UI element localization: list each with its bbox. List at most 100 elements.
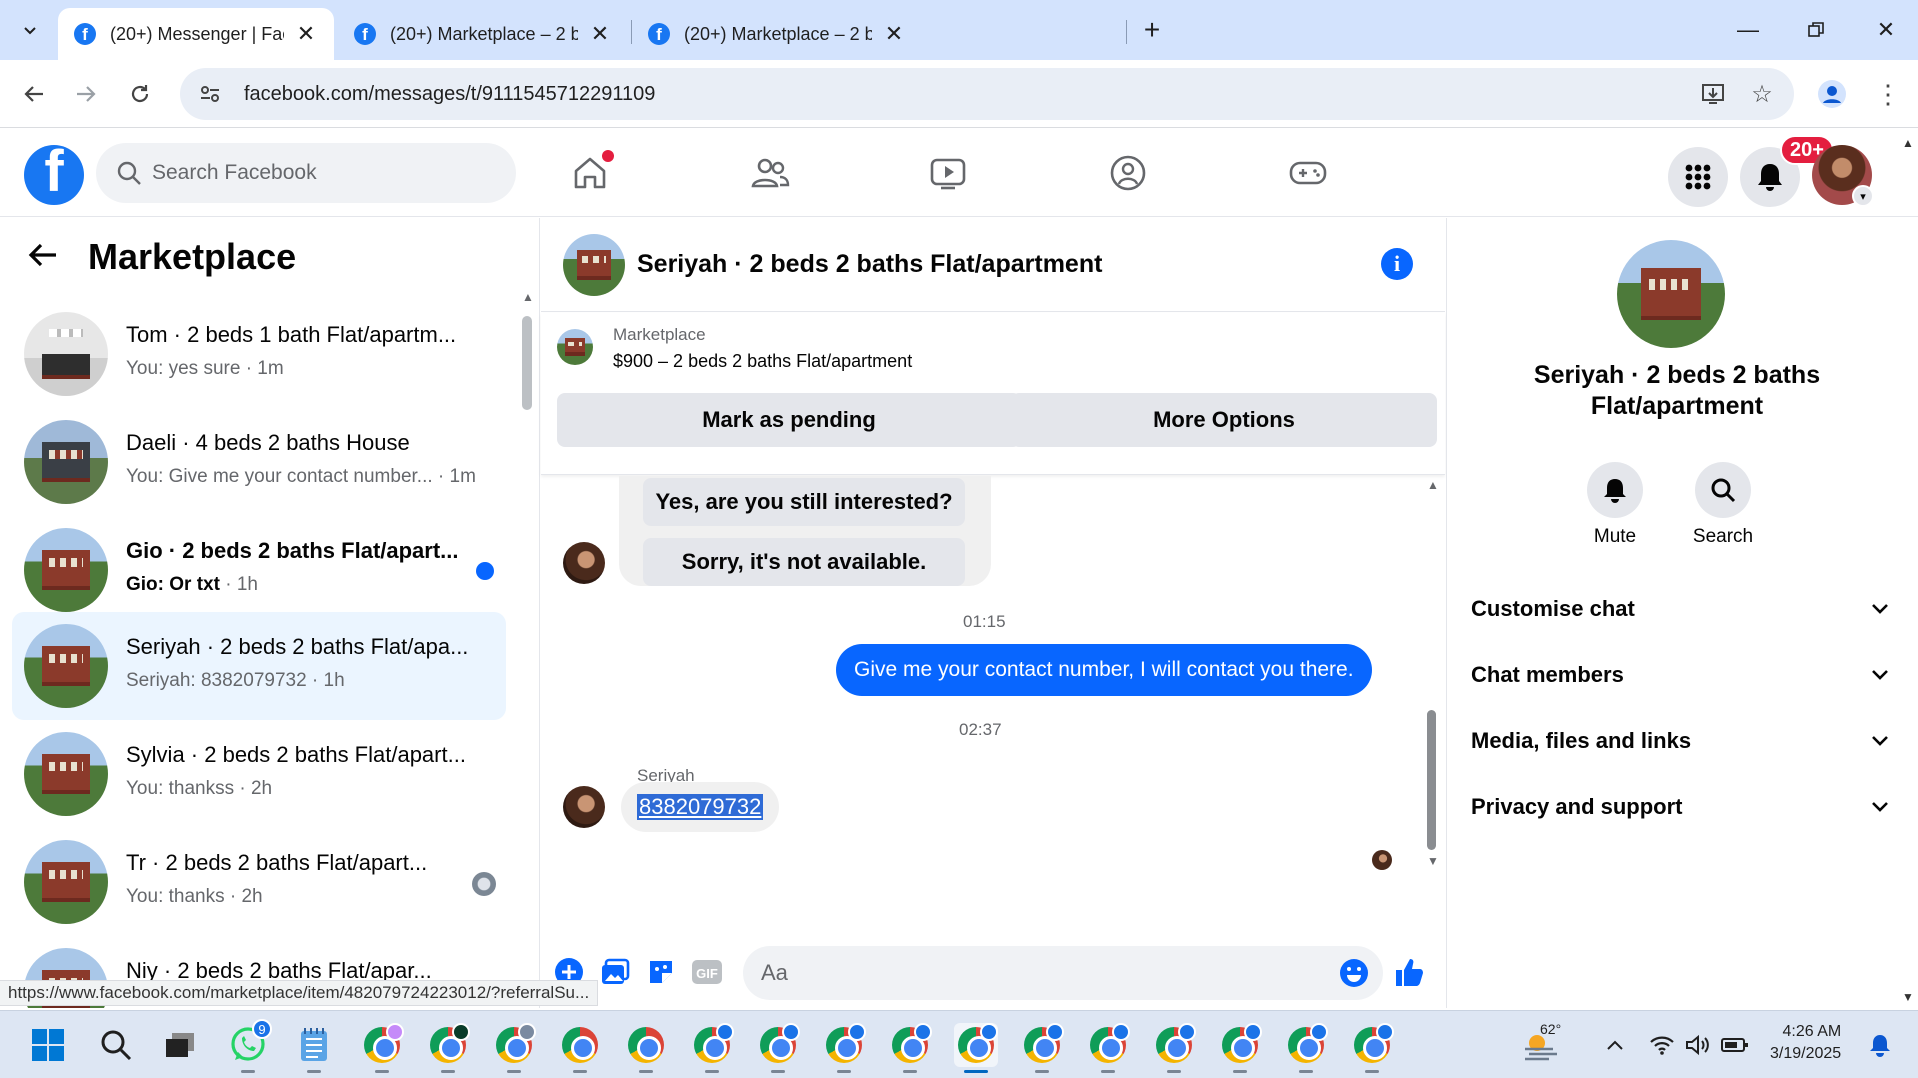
section-privacy-support[interactable]: Privacy and support	[1471, 782, 1891, 832]
bookmark-star-icon[interactable]: ☆	[1744, 76, 1780, 112]
listing-thumbnail[interactable]	[557, 329, 593, 365]
facebook-search[interactable]	[96, 143, 516, 203]
battery-icon[interactable]	[1720, 1011, 1750, 1078]
mute-button[interactable]: Mute	[1575, 462, 1655, 548]
tab-marketplace-2-beds-2-baths[interactable]: f (20+) Marketplace – 2 beds 2 b ✕	[338, 8, 628, 60]
install-app-icon[interactable]	[1696, 76, 1732, 112]
show-hidden-icons-button[interactable]	[1600, 1011, 1630, 1078]
incoming-message-bubble[interactable]: 8382079732	[621, 782, 780, 832]
whatsapp-app[interactable]: 9	[226, 1019, 272, 1073]
section-media-files-links[interactable]: Media, files and links	[1471, 716, 1891, 766]
scroll-up-arrow-icon[interactable]: ▲	[522, 290, 534, 304]
message-thread-scrollbar[interactable]	[1427, 710, 1436, 850]
conversation-item-tr[interactable]: Tr · 2 beds 2 baths Flat/apart... You: t…	[12, 828, 506, 936]
close-tab-icon[interactable]: ✕	[294, 21, 318, 47]
section-customise-chat[interactable]: Customise chat	[1471, 584, 1891, 634]
chrome-window-8[interactable]	[822, 1023, 866, 1073]
emoji-icon[interactable]	[1339, 958, 1369, 988]
chrome-window-11[interactable]	[1020, 1023, 1064, 1073]
chrome-window-4[interactable]	[558, 1023, 602, 1073]
conversation-item-sylvia[interactable]: Sylvia · 2 beds 2 baths Flat/apart... Yo…	[12, 720, 506, 828]
chrome-window-7[interactable]	[756, 1023, 800, 1073]
info-icon[interactable]: i	[1381, 248, 1413, 280]
chrome-window-10-active[interactable]	[954, 1023, 998, 1073]
tab-messenger[interactable]: f (20+) Messenger | Facebook ✕	[58, 8, 334, 60]
address-bar[interactable]: facebook.com/messages/t/9111545712291109…	[180, 68, 1794, 120]
new-tab-button[interactable]: +	[1136, 14, 1168, 46]
conversation-item-seriyah[interactable]: Seriyah · 2 beds 2 baths Flat/apa... Ser…	[12, 612, 506, 720]
notepad-app[interactable]	[292, 1023, 336, 1073]
sender-avatar[interactable]	[563, 542, 605, 584]
gif-icon[interactable]: GIF	[691, 956, 723, 988]
quick-reply-not-available[interactable]: Sorry, it's not available.	[643, 538, 965, 586]
profile-badge-icon	[1310, 1023, 1328, 1041]
close-tab-icon[interactable]: ✕	[882, 21, 906, 47]
thumbs-up-icon[interactable]	[1393, 956, 1425, 988]
chrome-window-14[interactable]	[1218, 1023, 1262, 1073]
nav-groups[interactable]	[1098, 143, 1158, 203]
chrome-window-6[interactable]	[690, 1023, 734, 1073]
search-input[interactable]	[152, 161, 492, 185]
profile-thumbnail[interactable]	[1617, 240, 1725, 348]
nav-friends[interactable]	[740, 143, 800, 203]
start-button[interactable]	[26, 1023, 70, 1067]
notification-center-button[interactable]	[1866, 1011, 1894, 1078]
section-chat-members[interactable]: Chat members	[1471, 650, 1891, 700]
chrome-window-2[interactable]	[426, 1023, 470, 1073]
menu-button[interactable]	[1668, 147, 1728, 207]
nav-watch[interactable]	[918, 143, 978, 203]
message-input-box[interactable]	[743, 946, 1383, 1000]
home-notification-dot	[602, 150, 614, 162]
chevron-down-icon[interactable]: ▾	[1852, 185, 1874, 207]
message-input[interactable]	[761, 960, 1321, 986]
chrome-window-9[interactable]	[888, 1023, 932, 1073]
back-arrow-icon[interactable]	[28, 238, 62, 277]
tab-search-button[interactable]	[10, 10, 50, 50]
chrome-window-1[interactable]	[360, 1023, 404, 1073]
conversation-item-gio[interactable]: Gio · 2 beds 2 baths Flat/apart... Gio: …	[12, 516, 506, 624]
sender-avatar[interactable]	[563, 786, 605, 828]
volume-icon[interactable]	[1684, 1011, 1712, 1078]
page-scroll-down-arrow-icon[interactable]: ▼	[1902, 990, 1914, 1004]
quick-reply-still-interested[interactable]: Yes, are you still interested?	[643, 478, 965, 526]
scroll-up-arrow-icon[interactable]: ▲	[1427, 478, 1439, 492]
selected-phone-number[interactable]: 8382079732	[637, 794, 764, 820]
back-button[interactable]	[14, 74, 54, 114]
chrome-window-15[interactable]	[1284, 1023, 1328, 1073]
page-scroll-up-arrow-icon[interactable]: ▲	[1902, 136, 1914, 150]
search-in-chat-button[interactable]: Search	[1683, 462, 1763, 548]
chrome-window-3[interactable]	[492, 1023, 536, 1073]
chat-title[interactable]: Seriyah · 2 beds 2 baths Flat/apartment	[637, 250, 1102, 279]
conversation-list-scrollbar[interactable]	[522, 316, 532, 410]
listing-title[interactable]: $900 – 2 beds 2 baths Flat/apartment	[613, 351, 912, 372]
chrome-window-5[interactable]	[624, 1023, 668, 1073]
more-options-button[interactable]: More Options	[1011, 393, 1437, 447]
close-window-button[interactable]: ✕	[1866, 12, 1906, 48]
chat-thumbnail[interactable]	[563, 234, 625, 296]
minimize-button[interactable]: —	[1728, 12, 1768, 48]
profile-button[interactable]	[1812, 74, 1852, 114]
mark-as-pending-button[interactable]: Mark as pending	[557, 393, 1021, 447]
conversation-item-tom[interactable]: Tom · 2 beds 1 bath Flat/apartm... You: …	[12, 300, 506, 408]
task-view-button[interactable]	[158, 1023, 202, 1067]
nav-gaming[interactable]	[1278, 143, 1338, 203]
reload-button[interactable]	[120, 74, 160, 114]
tab-marketplace-2-beds-1-bath[interactable]: f (20+) Marketplace – 2 beds 1 b ✕	[632, 8, 922, 60]
scroll-down-arrow-icon[interactable]: ▼	[1427, 854, 1439, 868]
chrome-window-16[interactable]	[1350, 1023, 1394, 1073]
site-info-icon[interactable]	[190, 74, 230, 114]
browser-menu-icon[interactable]: ⋮	[1868, 74, 1908, 114]
system-clock[interactable]: 4:26 AM 3/19/2025	[1770, 1021, 1841, 1065]
taskbar-search-button[interactable]	[94, 1023, 138, 1067]
facebook-logo[interactable]: f	[24, 145, 84, 205]
outgoing-message-bubble[interactable]: Give me your contact number, I will cont…	[836, 644, 1372, 696]
sticker-icon[interactable]	[645, 956, 677, 988]
conversation-item-daeli[interactable]: Daeli · 4 beds 2 baths House You: Give m…	[12, 408, 506, 516]
restore-button[interactable]	[1796, 12, 1836, 48]
wifi-icon[interactable]	[1648, 1011, 1676, 1078]
close-tab-icon[interactable]: ✕	[588, 21, 612, 47]
photo-icon[interactable]	[599, 956, 631, 988]
chrome-window-13[interactable]	[1152, 1023, 1196, 1073]
chrome-window-12[interactable]	[1086, 1023, 1130, 1073]
forward-button[interactable]	[66, 74, 106, 114]
